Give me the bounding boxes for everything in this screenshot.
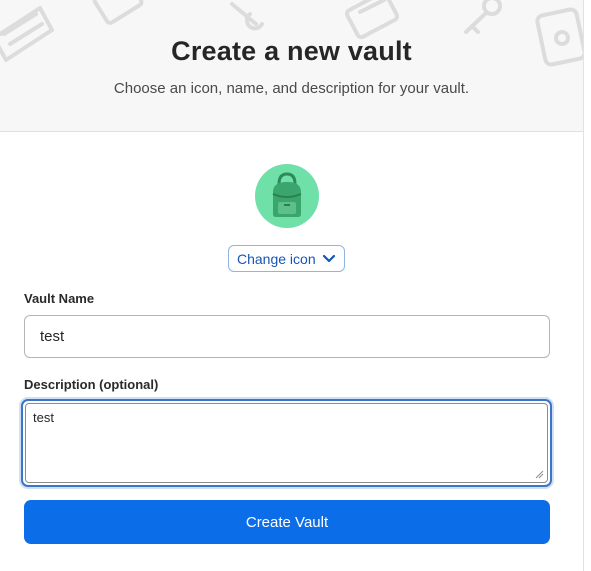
description-label: Description (optional) bbox=[24, 377, 159, 392]
change-icon-button[interactable]: Change icon bbox=[228, 245, 345, 272]
change-icon-label: Change icon bbox=[237, 250, 316, 267]
create-vault-button[interactable]: Create Vault bbox=[24, 500, 550, 544]
wrench-icon bbox=[230, 2, 264, 31]
vault-name-input[interactable]: test bbox=[24, 315, 550, 358]
backpack-icon bbox=[272, 172, 302, 217]
key-icon bbox=[464, 0, 502, 34]
resize-grip-icon[interactable] bbox=[534, 469, 544, 479]
vault-name-label: Vault Name bbox=[24, 291, 95, 306]
dialog-title: Create a new vault bbox=[171, 36, 412, 66]
vault-icon-preview bbox=[255, 164, 319, 228]
chevron-down-icon bbox=[322, 254, 336, 263]
vault-name-value: test bbox=[40, 328, 65, 345]
dialog-header: Create a new vault Choose an icon, name,… bbox=[0, 0, 583, 132]
description-textarea[interactable]: test bbox=[21, 399, 552, 487]
card-icon bbox=[92, 0, 144, 25]
dialog-subtitle: Choose an icon, name, and description fo… bbox=[113, 80, 470, 97]
description-value: test bbox=[33, 410, 54, 425]
create-vault-dialog: Create a new vault Choose an icon, name,… bbox=[0, 0, 584, 571]
document-icon bbox=[344, 0, 400, 40]
create-vault-label: Create Vault bbox=[245, 513, 329, 531]
